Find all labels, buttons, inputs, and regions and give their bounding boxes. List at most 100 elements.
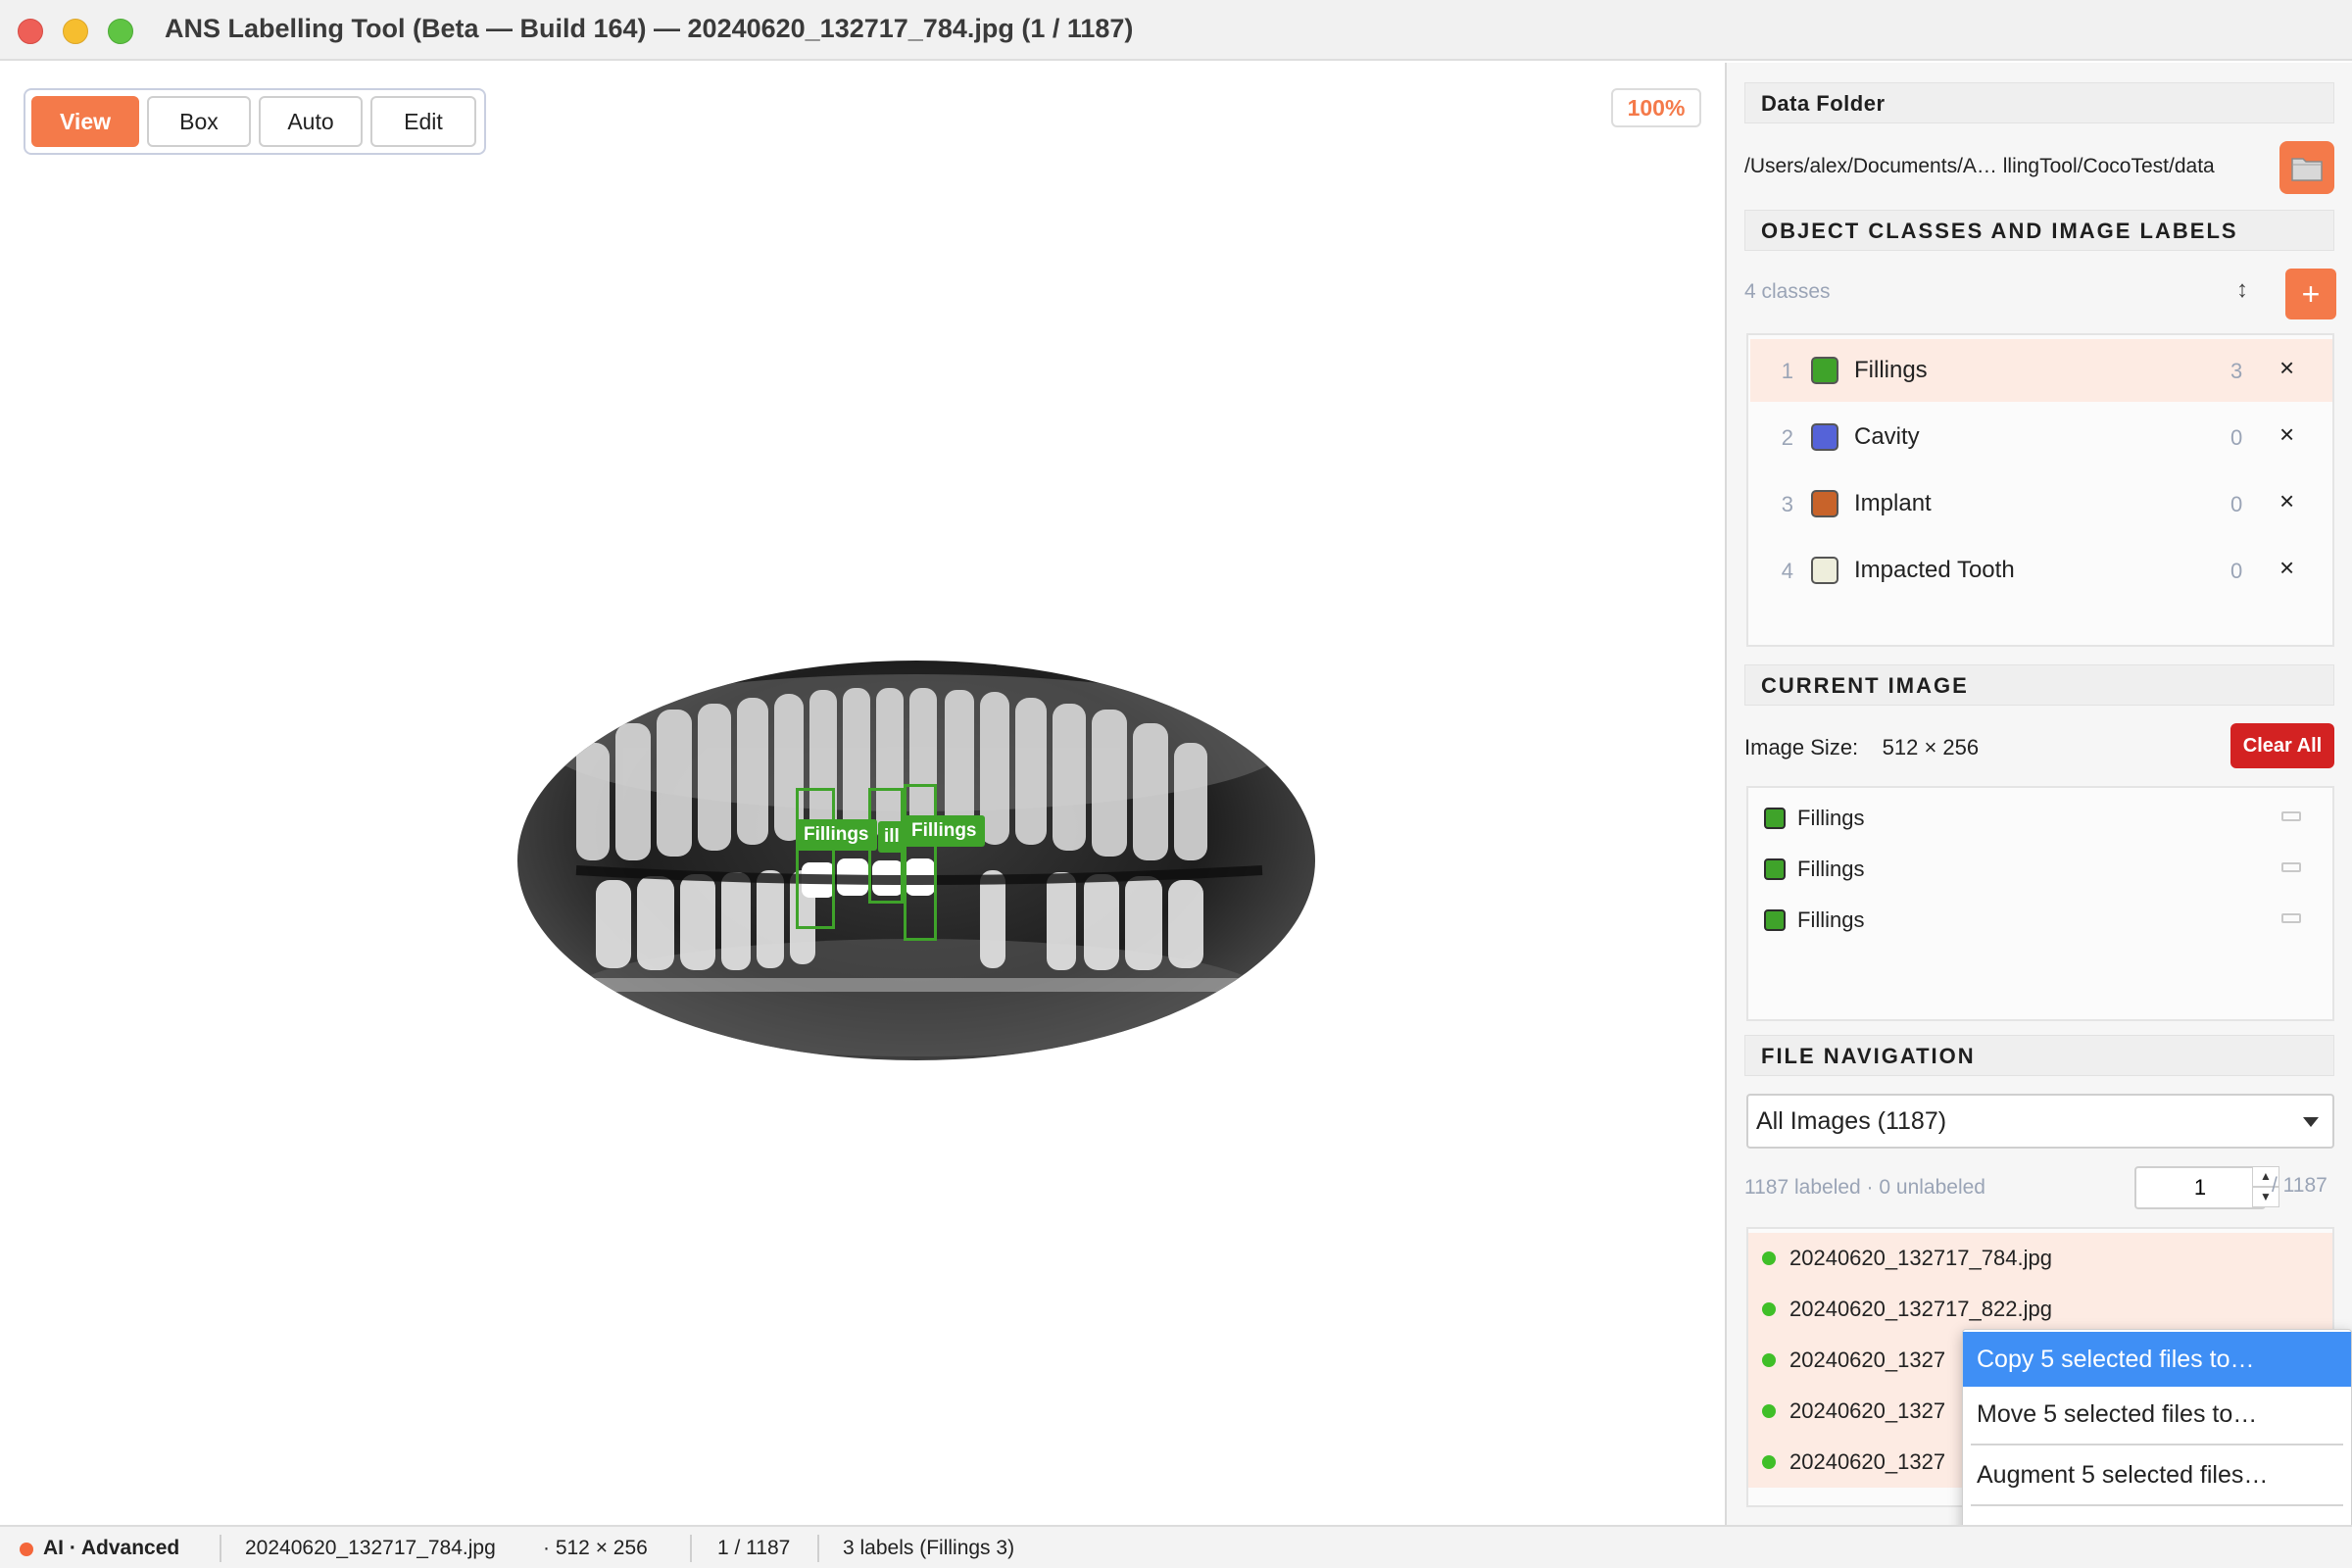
label-name: Fillings xyxy=(1797,806,1865,830)
mode-auto-button[interactable]: Auto xyxy=(259,96,363,147)
title-bar: ANS Labelling Tool (Beta — Build 164) — … xyxy=(0,0,2352,61)
copy-files-menu-item[interactable]: Copy 5 selected files to… xyxy=(1963,1332,2351,1387)
status-label-count: 3 labels (Fillings 3) xyxy=(843,1537,1015,1559)
class-label-count: 3 xyxy=(2230,359,2243,383)
label-name: Fillings xyxy=(1797,907,1865,932)
zoom-level[interactable]: 100% xyxy=(1611,88,1701,127)
mode-box-button[interactable]: Box xyxy=(147,96,251,147)
status-bar: AI · Advanced 20240620_132717_784.jpg · … xyxy=(0,1525,2352,1568)
chevron-down-icon xyxy=(2303,1117,2319,1127)
mode-toolbar: View Box Auto Edit xyxy=(24,88,486,155)
class-name: Impacted Tooth xyxy=(1854,557,2015,583)
class-label-count: 0 xyxy=(2230,492,2243,516)
class-row-impacted-tooth[interactable]: 4 Impacted Tooth 0 × xyxy=(1750,539,2332,602)
file-row[interactable]: 20240620_132717_822.jpg xyxy=(1748,1284,2332,1335)
class-list: 1 Fillings 3 × 2 Cavity 0 × 3 Implant 0 … xyxy=(1746,333,2334,647)
status-dot-icon xyxy=(1762,1404,1776,1418)
status-dot-icon xyxy=(1762,1506,1776,1507)
class-color-swatch[interactable] xyxy=(1811,557,1838,584)
clear-all-button[interactable]: Clear All xyxy=(2230,723,2334,768)
move-files-menu-item[interactable]: Move 5 selected files to… xyxy=(1963,1387,2351,1442)
window-title: ANS Labelling Tool (Beta — Build 164) — … xyxy=(165,14,1134,43)
image-label-row[interactable]: Fillings xyxy=(1748,792,2332,843)
annotation-box[interactable] xyxy=(796,788,835,929)
annotation-box[interactable] xyxy=(904,784,937,941)
annotation-label: ill xyxy=(878,821,906,853)
data-folder-path: /Users/alex/Documents/A… llingTool/CocoT… xyxy=(1744,155,2215,177)
image-size: Image Size: 512 × 256 xyxy=(1744,735,1979,760)
menu-divider xyxy=(1971,1444,2343,1446)
status-dot-icon xyxy=(1762,1455,1776,1469)
class-name: Cavity xyxy=(1854,423,1920,450)
visibility-icon[interactable] xyxy=(2281,811,2301,821)
class-count: 4 classes xyxy=(1744,280,1831,303)
browse-folder-button[interactable] xyxy=(2279,141,2334,194)
class-label-count: 0 xyxy=(2230,425,2243,450)
zoom-window-button[interactable] xyxy=(108,19,133,44)
class-label-count: 0 xyxy=(2230,559,2243,583)
ai-mode-status: AI · Advanced xyxy=(43,1537,180,1559)
mode-edit-button[interactable]: Edit xyxy=(370,96,476,147)
label-color-swatch xyxy=(1764,858,1786,880)
augment-files-menu-item[interactable]: Augment 5 selected files… xyxy=(1963,1447,2351,1502)
image-size-value: 512 × 256 xyxy=(1882,735,1980,760)
class-color-swatch[interactable] xyxy=(1811,490,1838,517)
visibility-icon[interactable] xyxy=(2281,862,2301,872)
sidebar: Data Folder /Users/alex/Documents/A… lli… xyxy=(1725,63,2352,1525)
class-number: 4 xyxy=(1781,559,1793,583)
page-number-input[interactable] xyxy=(2134,1166,2266,1209)
class-color-swatch[interactable] xyxy=(1811,357,1838,384)
file-name: 20240620_132717_822.jpg xyxy=(1789,1297,2052,1321)
class-name: Fillings xyxy=(1854,357,1928,383)
image-filter-select[interactable]: All Images (1187) xyxy=(1746,1094,2334,1149)
class-number: 3 xyxy=(1781,492,1793,516)
file-name: 20240620_1327 xyxy=(1789,1449,1946,1474)
class-color-swatch[interactable] xyxy=(1811,423,1838,451)
status-divider xyxy=(220,1535,221,1562)
class-name: Implant xyxy=(1854,490,1932,516)
close-window-button[interactable] xyxy=(18,19,43,44)
file-name: 20240620_1327 xyxy=(1789,1348,1946,1372)
status-file-name: 20240620_132717_784.jpg xyxy=(245,1537,496,1559)
remove-class-icon[interactable]: × xyxy=(2279,486,2294,516)
annotation-label: Fillings xyxy=(796,819,877,851)
minimize-window-button[interactable] xyxy=(63,19,88,44)
file-row[interactable]: 20240620_132717_784.jpg xyxy=(1748,1233,2332,1284)
status-dot-icon xyxy=(1762,1302,1776,1316)
label-name: Fillings xyxy=(1797,857,1865,881)
remove-class-icon[interactable]: × xyxy=(2279,553,2294,583)
file-name: 20240620_1327 xyxy=(1789,1398,1946,1423)
data-folder-heading: Data Folder xyxy=(1744,82,2334,123)
image-size-label: Image Size: xyxy=(1744,735,1859,760)
annotation-label: Fillings xyxy=(904,815,985,847)
class-row-fillings[interactable]: 1 Fillings 3 × xyxy=(1750,339,2332,402)
folder-icon xyxy=(2291,158,2323,181)
image-label-row[interactable]: Fillings xyxy=(1748,843,2332,894)
label-color-swatch xyxy=(1764,909,1786,931)
object-classes-heading: OBJECT CLASSES AND IMAGE LABELS xyxy=(1744,210,2334,251)
class-row-cavity[interactable]: 2 Cavity 0 × xyxy=(1750,406,2332,468)
image-filter-value: All Images (1187) xyxy=(1756,1107,1947,1135)
label-summary: 1187 labeled · 0 unlabeled xyxy=(1744,1176,1985,1199)
remove-class-icon[interactable]: × xyxy=(2279,353,2294,383)
status-divider xyxy=(817,1535,819,1562)
class-number: 2 xyxy=(1781,425,1793,450)
sort-icon[interactable]: ↕ xyxy=(2236,276,2248,304)
status-image-dims: · 512 × 256 xyxy=(543,1537,648,1559)
file-name: 20240620_132717_784.jpg xyxy=(1789,1246,2052,1270)
class-row-implant[interactable]: 3 Implant 0 × xyxy=(1750,472,2332,535)
remove-class-icon[interactable]: × xyxy=(2279,419,2294,450)
label-color-swatch xyxy=(1764,808,1786,829)
add-class-button[interactable]: + xyxy=(2285,269,2336,319)
status-dot-icon xyxy=(1762,1353,1776,1367)
mode-view-button[interactable]: View xyxy=(31,96,139,147)
class-number: 1 xyxy=(1781,359,1793,383)
visibility-icon[interactable] xyxy=(2281,913,2301,923)
image-label-list: Fillings Fillings Fillings xyxy=(1746,786,2334,1021)
page-total: / 1187 xyxy=(2272,1174,2328,1197)
status-divider xyxy=(690,1535,692,1562)
image-canvas[interactable]: View Box Auto Edit 100% Fillings ill Fil… xyxy=(0,63,1725,1525)
image-label-row[interactable]: Fillings xyxy=(1748,894,2332,945)
menu-divider xyxy=(1971,1504,2343,1506)
status-dot-icon xyxy=(20,1543,33,1556)
